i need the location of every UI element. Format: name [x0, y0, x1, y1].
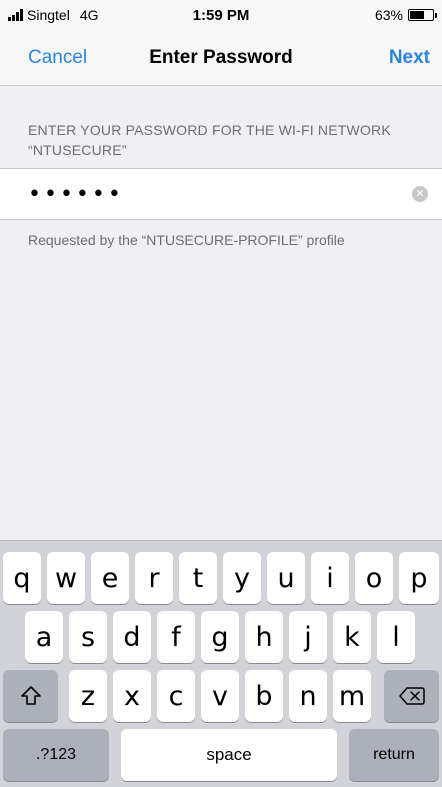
key-l[interactable]: l: [377, 611, 415, 663]
battery-fill: [410, 11, 424, 19]
network-type: 4G: [79, 7, 99, 23]
key-n[interactable]: n: [289, 670, 327, 722]
key-z[interactable]: z: [69, 670, 107, 722]
clear-text-icon[interactable]: ✕: [412, 186, 428, 202]
key-r[interactable]: r: [135, 552, 173, 604]
screen: Singtel 4G 1:59 PM 63% Enter Password Ca…: [0, 0, 442, 787]
key-q[interactable]: q: [3, 552, 41, 604]
delete-key[interactable]: [384, 670, 439, 722]
cancel-button[interactable]: Cancel: [28, 47, 87, 69]
key-m[interactable]: m: [333, 670, 371, 722]
signal-icon: [8, 9, 23, 21]
key-f[interactable]: f: [157, 611, 195, 663]
key-x[interactable]: x: [113, 670, 151, 722]
password-section-footer: Requested by the “NTUSECURE-PROFILE” pro…: [28, 232, 345, 248]
password-cell[interactable]: ✕: [0, 168, 442, 220]
key-t[interactable]: t: [179, 552, 217, 604]
battery-icon: [408, 9, 437, 21]
status-bar: Singtel 4G 1:59 PM 63%: [0, 0, 442, 30]
key-o[interactable]: o: [355, 552, 393, 604]
key-d[interactable]: d: [113, 611, 151, 663]
carrier-name: Singtel: [27, 7, 70, 23]
next-button[interactable]: Next: [389, 47, 430, 69]
battery-percent: 63%: [374, 7, 403, 23]
key-c[interactable]: c: [157, 670, 195, 722]
space-key[interactable]: space: [121, 729, 337, 781]
password-section-header: ENTER YOUR PASSWORD FOR THE WI-FI NETWOR…: [28, 122, 391, 158]
key-i[interactable]: i: [311, 552, 349, 604]
status-left: Singtel 4G: [8, 7, 148, 23]
key-b[interactable]: b: [245, 670, 283, 722]
keyboard: q w e r t y u i o p a s d f g h j k l z …: [0, 540, 442, 787]
key-k[interactable]: k: [333, 611, 371, 663]
key-h[interactable]: h: [245, 611, 283, 663]
shift-icon: [20, 686, 41, 705]
shift-key[interactable]: [3, 670, 58, 722]
password-field[interactable]: [28, 181, 412, 207]
key-j[interactable]: j: [289, 611, 327, 663]
delete-icon: [398, 687, 425, 705]
key-g[interactable]: g: [201, 611, 239, 663]
key-e[interactable]: e: [91, 552, 129, 604]
status-right: 63%: [294, 7, 437, 23]
key-s[interactable]: s: [69, 611, 107, 663]
key-u[interactable]: u: [267, 552, 305, 604]
key-w[interactable]: w: [47, 552, 85, 604]
status-time: 1:59 PM: [192, 6, 250, 24]
nav-bar: Enter Password Cancel Next: [0, 30, 442, 86]
numbers-key[interactable]: .?123: [3, 729, 109, 781]
key-a[interactable]: a: [25, 611, 63, 663]
key-y[interactable]: y: [223, 552, 261, 604]
return-key[interactable]: return: [349, 729, 439, 781]
key-v[interactable]: v: [201, 670, 239, 722]
key-p[interactable]: p: [399, 552, 439, 604]
